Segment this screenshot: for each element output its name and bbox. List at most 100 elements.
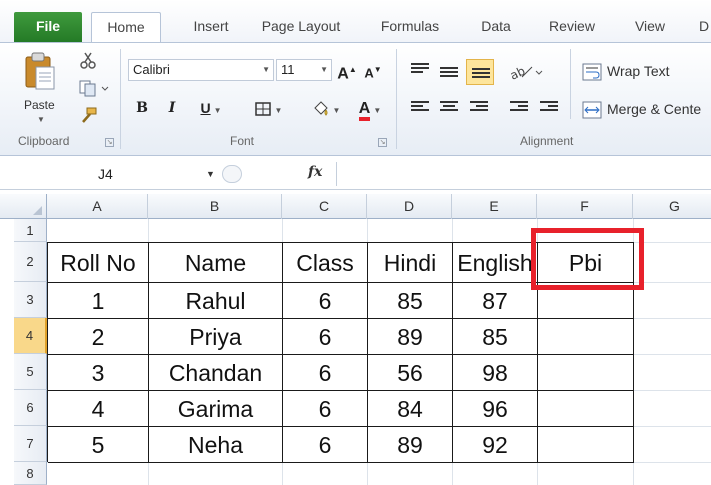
row-header-4[interactable]: 4 bbox=[14, 318, 47, 354]
table-cell[interactable]: 85 bbox=[453, 319, 538, 355]
shrink-font-button[interactable]: A▼ bbox=[363, 59, 383, 81]
table-cell[interactable]: 6 bbox=[283, 283, 368, 319]
align-right-icon[interactable] bbox=[470, 101, 488, 115]
fill-color-button[interactable]: ▼ bbox=[306, 97, 346, 119]
table-cell[interactable] bbox=[538, 319, 634, 355]
table-cell[interactable]: 56 bbox=[368, 355, 453, 391]
table-header-cell[interactable]: Name bbox=[149, 243, 283, 283]
copy-icon[interactable] bbox=[78, 79, 112, 97]
table-cell[interactable]: Priya bbox=[149, 319, 283, 355]
align-middle-icon[interactable] bbox=[440, 67, 458, 81]
column-header-f[interactable]: F bbox=[537, 194, 633, 219]
align-left-icon[interactable] bbox=[411, 101, 429, 115]
chevron-down-icon: ▼ bbox=[320, 65, 328, 74]
font-color-button[interactable]: A ▼ bbox=[352, 97, 388, 121]
table-cell[interactable] bbox=[538, 355, 634, 391]
table-cell[interactable]: 3 bbox=[48, 355, 149, 391]
font-launcher-icon[interactable]: ↘ bbox=[378, 138, 387, 147]
row-header-3[interactable]: 3 bbox=[14, 282, 47, 318]
formula-input[interactable] bbox=[336, 162, 711, 186]
row-header-2[interactable]: 2 bbox=[14, 242, 47, 282]
italic-button[interactable]: I bbox=[162, 97, 182, 119]
paste-dropdown-arrow[interactable]: ▼ bbox=[37, 115, 45, 124]
align-top-icon[interactable] bbox=[411, 63, 429, 77]
tab-insert[interactable]: Insert bbox=[183, 12, 239, 42]
table-cell[interactable]: 84 bbox=[368, 391, 453, 427]
table-header-cell[interactable]: Hindi bbox=[368, 243, 453, 283]
table-cell[interactable]: Chandan bbox=[149, 355, 283, 391]
table-header-cell[interactable]: Class bbox=[283, 243, 368, 283]
tab-home[interactable]: Home bbox=[91, 12, 161, 42]
row-header-8[interactable]: 8 bbox=[14, 462, 47, 485]
border-button[interactable]: ▼ bbox=[248, 97, 288, 119]
column-header-g[interactable]: G bbox=[633, 194, 711, 219]
tab-data[interactable]: Data bbox=[474, 12, 518, 42]
bold-button[interactable]: B bbox=[132, 97, 152, 119]
table-cell[interactable]: 89 bbox=[368, 427, 453, 463]
table-cell[interactable]: 6 bbox=[283, 391, 368, 427]
font-size-value: 11 bbox=[281, 62, 295, 77]
table-header-cell[interactable]: English bbox=[453, 243, 538, 283]
table-cell[interactable]: 4 bbox=[48, 391, 149, 427]
table-cell[interactable]: Neha bbox=[149, 427, 283, 463]
chevron-down-icon: ▼ bbox=[206, 169, 215, 179]
table-cell[interactable]: 6 bbox=[283, 355, 368, 391]
table-cell[interactable]: 87 bbox=[453, 283, 538, 319]
table-cell[interactable] bbox=[538, 427, 634, 463]
table-cell[interactable]: 92 bbox=[453, 427, 538, 463]
wrap-text-button[interactable]: Wrap Text bbox=[607, 63, 670, 79]
underline-label: U bbox=[200, 100, 211, 116]
row-header-7[interactable]: 7 bbox=[14, 426, 47, 462]
table-cell[interactable]: Rahul bbox=[149, 283, 283, 319]
table-cell[interactable]: 85 bbox=[368, 283, 453, 319]
align-bottom-button[interactable] bbox=[466, 59, 494, 85]
column-header-a[interactable]: A bbox=[47, 194, 148, 219]
chevron-down-icon: ▼ bbox=[213, 106, 222, 115]
font-size-select[interactable]: 11 ▼ bbox=[276, 59, 332, 81]
column-header-d[interactable]: D bbox=[367, 194, 452, 219]
increase-indent-icon[interactable] bbox=[540, 101, 558, 115]
table-cell[interactable]: 98 bbox=[453, 355, 538, 391]
table-cell[interactable]: 1 bbox=[48, 283, 149, 319]
table-cell[interactable]: 2 bbox=[48, 319, 149, 355]
table-cell[interactable]: 89 bbox=[368, 319, 453, 355]
decrease-indent-icon[interactable] bbox=[510, 101, 528, 115]
format-painter-icon[interactable] bbox=[78, 107, 98, 125]
table-cell[interactable]: 96 bbox=[453, 391, 538, 427]
table-cell[interactable]: 6 bbox=[283, 427, 368, 463]
name-box-value: J4 bbox=[98, 166, 113, 182]
paste-icon[interactable] bbox=[24, 51, 56, 91]
table-cell[interactable]: 6 bbox=[283, 319, 368, 355]
clipboard-launcher-icon[interactable]: ↘ bbox=[105, 138, 114, 147]
column-header-e[interactable]: E bbox=[452, 194, 537, 219]
select-all-icon bbox=[33, 206, 42, 215]
tab-formulas[interactable]: Formulas bbox=[374, 12, 446, 42]
orientation-icon[interactable]: ab bbox=[508, 63, 544, 83]
tab-view[interactable]: View bbox=[628, 12, 672, 42]
column-header-b[interactable]: B bbox=[148, 194, 282, 219]
table-header-cell[interactable]: Roll No bbox=[48, 243, 149, 283]
name-box[interactable]: J4 ▼ bbox=[14, 163, 228, 185]
select-all-button[interactable] bbox=[14, 194, 47, 219]
underline-button[interactable]: U ▼ bbox=[192, 97, 230, 119]
tab-developer[interactable]: D bbox=[696, 12, 711, 42]
row-header-6[interactable]: 6 bbox=[14, 390, 47, 426]
grow-font-button[interactable]: A▲ bbox=[337, 59, 357, 82]
font-family-select[interactable]: Calibri ▼ bbox=[128, 59, 274, 81]
align-center-icon[interactable] bbox=[440, 101, 458, 115]
merge-center-button[interactable]: Merge & Cente bbox=[607, 101, 701, 117]
column-header-c[interactable]: C bbox=[282, 194, 367, 219]
table-cell[interactable]: Garima bbox=[149, 391, 283, 427]
table-cell[interactable]: 5 bbox=[48, 427, 149, 463]
tab-page-layout[interactable]: Page Layout bbox=[256, 12, 346, 42]
paste-button[interactable]: Paste bbox=[24, 98, 55, 112]
row-header-1[interactable]: 1 bbox=[14, 219, 47, 242]
formula-bar: J4 ▼ fx bbox=[0, 158, 711, 190]
tab-review[interactable]: Review bbox=[544, 12, 600, 42]
row-header-5[interactable]: 5 bbox=[14, 354, 47, 390]
tab-file[interactable]: File bbox=[14, 12, 82, 42]
cut-icon[interactable] bbox=[78, 51, 98, 69]
fx-icon[interactable]: fx bbox=[308, 164, 322, 180]
formula-cancel-icon[interactable] bbox=[222, 165, 242, 183]
table-cell[interactable] bbox=[538, 391, 634, 427]
